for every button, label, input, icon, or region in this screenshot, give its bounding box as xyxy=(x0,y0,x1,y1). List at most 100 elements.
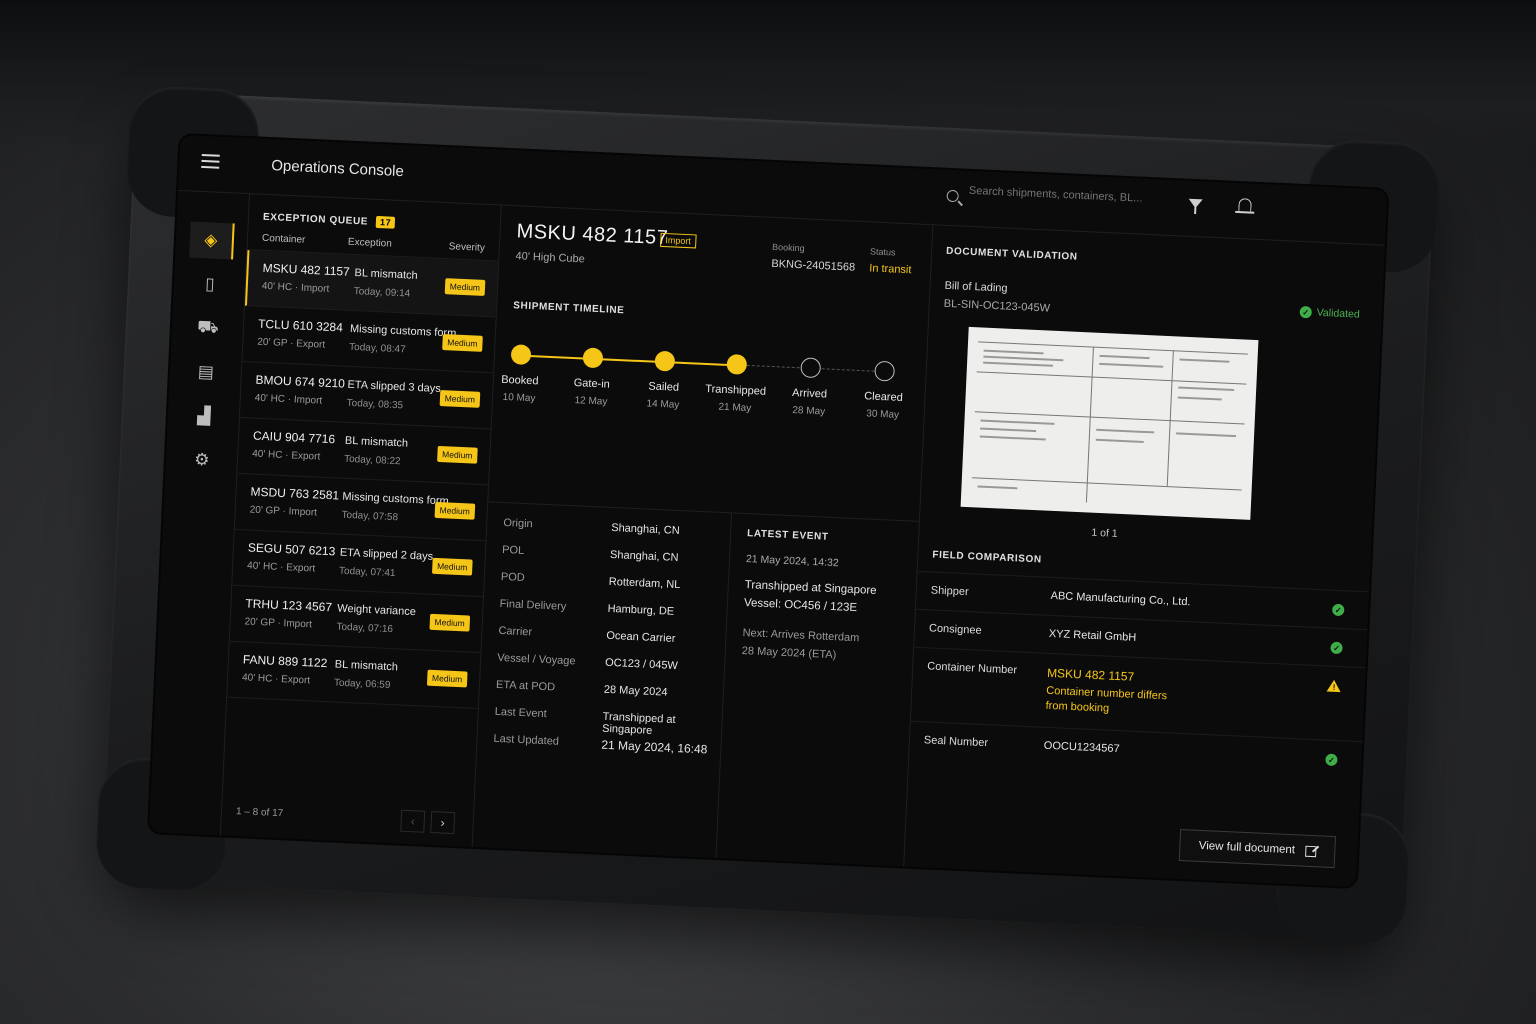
timeline-date: 21 May xyxy=(718,401,752,415)
container-type: 20' GP · Import xyxy=(244,616,313,631)
prev-page-button[interactable]: ‹ xyxy=(400,809,426,833)
doc-validation-title: DOCUMENT VALIDATION xyxy=(945,245,1078,263)
exception-time: Today, 06:59 xyxy=(333,677,391,692)
analytics-icon[interactable]: ▟ xyxy=(181,397,227,435)
doc-text xyxy=(980,419,1055,425)
container-id: CAIU 904 7716 xyxy=(252,428,336,447)
field-key: Seal Number xyxy=(923,734,989,750)
shipment-info: Origin Shanghai, CN POL Shanghai, CN POD Ro… xyxy=(472,501,733,859)
container-id: MSDU 763 2581 xyxy=(250,484,340,503)
latest-event-vessel: Vessel: OC456 / 123E xyxy=(743,597,858,615)
latest-event: LATEST EVENT 21 May 2024, 14:32 Tranship… xyxy=(716,512,919,867)
import-tag: Import xyxy=(660,232,697,249)
doc-line xyxy=(1085,346,1094,503)
info-key: Last Updated xyxy=(493,732,560,748)
severity-badge: Medium xyxy=(439,389,481,408)
exception-time: Today, 07:16 xyxy=(336,621,394,636)
doc-text xyxy=(1177,396,1222,401)
exception-queue: EXCEPTION QUEUE 17 Container Exception S… xyxy=(220,194,502,847)
timeline-title: SHIPMENT TIMELINE xyxy=(512,300,625,317)
check-icon: ✓ xyxy=(1332,603,1345,617)
timeline-dot xyxy=(726,353,748,375)
warning-icon: ! xyxy=(1326,679,1342,693)
column-header[interactable]: Severity xyxy=(448,241,485,254)
layers-icon[interactable]: ◈ xyxy=(189,221,235,260)
exception-time: Today, 08:47 xyxy=(348,341,406,356)
exception-text: BL mismatch xyxy=(344,434,409,450)
container-id: MSKU 482 1157 xyxy=(262,260,351,279)
container-type: 20' GP · Export xyxy=(257,336,326,351)
gear-icon[interactable]: ⚙ xyxy=(179,441,225,479)
external-link-icon xyxy=(1304,845,1317,857)
doc-text xyxy=(1095,438,1144,443)
view-full-document-button[interactable]: View full document xyxy=(1178,829,1337,869)
hamburger-menu-icon[interactable] xyxy=(201,153,220,169)
tablet-device: Operations Console ◈ ▯ ⛟ ▤ ▟ ⚙ EXCEPTION… xyxy=(94,84,1442,946)
exception-text: ETA slipped 2 days xyxy=(339,546,434,563)
bell-icon[interactable] xyxy=(1238,198,1252,212)
search-icon xyxy=(946,189,959,203)
queue-row[interactable]: FANU 889 1122 40' HC · Export BL mismatc… xyxy=(227,641,481,710)
page-count: 1 of 1 xyxy=(1091,526,1118,540)
filter-icon[interactable] xyxy=(1188,198,1203,209)
container-size: 40' High Cube xyxy=(515,250,586,266)
info-value: Shanghai, CN xyxy=(609,548,679,564)
severity-badge: Medium xyxy=(434,501,476,520)
search-input[interactable] xyxy=(968,184,1169,206)
next-event-eta: 28 May 2024 (ETA) xyxy=(741,644,837,662)
count-badge: 17 xyxy=(375,215,396,229)
info-value: Hamburg, DE xyxy=(607,602,675,618)
doc-text xyxy=(983,361,1054,367)
severity-badge: Medium xyxy=(426,669,468,688)
field-value: XYZ Retail GmbH xyxy=(1048,627,1137,644)
info-key: POL xyxy=(501,543,525,557)
timeline-label: Gate-in xyxy=(573,377,611,391)
shipment-detail: MSKU 482 1157 Import 40' High Cube Booki… xyxy=(472,205,934,867)
field-key: Container Number xyxy=(927,660,1018,677)
document-validation: DOCUMENT VALIDATION Bill of Lading BL-SI… xyxy=(904,225,1385,887)
latest-event-text: Transhipped at Singapore xyxy=(744,579,877,597)
info-key: Vessel / Voyage xyxy=(496,651,576,668)
field-key: Shipper xyxy=(930,584,969,599)
shipment-timeline: Booked 10 May Gate-in 12 May Sailed 14 M… xyxy=(501,344,911,462)
info-value: Shanghai, CN xyxy=(610,521,680,538)
info-value: 28 May 2024 xyxy=(603,683,668,699)
exception-time: Today, 08:35 xyxy=(346,397,404,412)
severity-badge: Medium xyxy=(441,334,483,352)
field-value: MSKU 482 1157 xyxy=(1046,665,1135,684)
timeline-date: 28 May xyxy=(792,405,826,418)
container-type: 40' HC · Export xyxy=(241,672,311,687)
view-button-label: View full document xyxy=(1198,839,1296,857)
doc-text xyxy=(1096,428,1155,434)
info-value: 21 May 2024, 16:48 xyxy=(601,737,708,757)
next-page-button[interactable]: › xyxy=(430,811,456,835)
container-id: FANU 889 1122 xyxy=(242,652,328,671)
column-header[interactable]: Exception xyxy=(348,237,449,253)
field-value: ABC Manufacturing Co., Ltd. xyxy=(1050,589,1191,609)
column-header[interactable]: Container xyxy=(262,233,348,248)
document-preview[interactable] xyxy=(960,326,1259,520)
info-key: Carrier xyxy=(498,624,533,639)
doc-text xyxy=(1178,386,1235,392)
timeline-step: Transhipped 21 May xyxy=(700,353,773,415)
next-event: Next: Arrives Rotterdam xyxy=(742,626,860,645)
doc-text xyxy=(1099,362,1164,368)
status-value: In transit xyxy=(869,262,912,277)
latest-event-title: LATEST EVENT xyxy=(746,528,829,543)
exception-text: Missing customs form xyxy=(349,322,457,340)
booking-number: BKNG-24051568 xyxy=(771,257,856,274)
container-type: 40' HC · Export xyxy=(246,560,316,575)
document-icon[interactable]: ▤ xyxy=(183,353,229,391)
doc-text xyxy=(1179,358,1230,363)
exception-time: Today, 07:58 xyxy=(341,509,399,524)
doc-text xyxy=(1176,432,1237,438)
timeline-date: 30 May xyxy=(866,408,900,421)
container-id: SEGU 507 6213 xyxy=(247,540,336,559)
pager-label: 1 – 8 of 17 xyxy=(235,806,284,820)
validated-label: Validated xyxy=(1316,306,1360,321)
timeline-label: Cleared xyxy=(863,390,903,404)
doc-text xyxy=(983,349,1044,355)
check-icon: ✓ xyxy=(1325,753,1338,767)
clipboard-icon[interactable]: ▯ xyxy=(187,265,233,303)
truck-icon[interactable]: ⛟ xyxy=(185,309,231,347)
